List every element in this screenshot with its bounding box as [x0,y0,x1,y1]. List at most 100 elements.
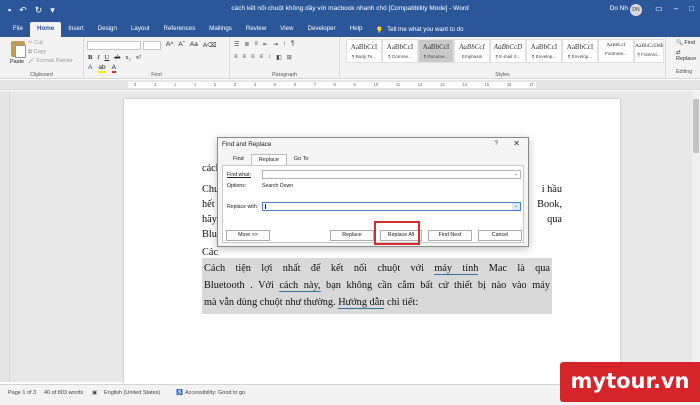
vertical-scrollbar[interactable] [692,91,700,382]
paste-icon[interactable] [11,41,26,58]
tab-mailings[interactable]: Mailings [202,22,239,37]
word: với [410,263,424,274]
italic-icon[interactable]: I [97,54,99,61]
find-what-input[interactable]: ⌄ [262,170,521,179]
format-painter-button[interactable]: 🖌 Format Painter [28,58,73,64]
subscript-icon[interactable]: x₂ [125,54,131,61]
borders-icon[interactable]: ⊞ [287,54,292,61]
find-button[interactable]: 🔍 Find [676,40,695,46]
style-envelope-return[interactable]: AaBbCcI ¶ Envelop... [562,39,598,63]
tell-me-box[interactable]: 💡 Tell me what you want to do [369,22,463,37]
multilevel-icon[interactable]: ≡ [254,41,258,48]
word: bất cứ [420,280,449,291]
style-comment[interactable]: AaBbCcI ¶ Comme... [382,39,418,63]
vertical-ruler[interactable] [0,91,10,382]
proofing-icon[interactable]: ▣ [92,390,97,396]
replace-button[interactable]: Replace [330,230,374,241]
change-case-icon[interactable]: Aa [190,41,198,49]
show-marks-icon[interactable]: ¶ [291,41,294,48]
replace-button[interactable]: ⇄ Replace [676,50,700,62]
grow-font-icon[interactable]: A^ [166,41,173,49]
font-size-select[interactable] [143,41,161,50]
align-right-icon[interactable]: ≡ [251,54,255,61]
style-document[interactable]: AaBbCcI ¶ Docume... [418,39,454,63]
justify-icon[interactable]: ≡ [260,54,264,61]
tab-help[interactable]: Help [343,22,370,37]
tab-layout[interactable]: Layout [124,22,157,37]
numbering-icon[interactable]: ≣ [244,41,249,48]
language[interactable]: English (United States) [104,390,160,396]
ruler-number: 12 [417,82,423,87]
tab-goto[interactable]: Go To [287,154,316,165]
tab-developer[interactable]: Developer [300,22,342,37]
word: Hướng dẫn [338,297,385,309]
accessibility-status[interactable]: Accessibility: Good to go [185,390,245,396]
decrease-indent-icon[interactable]: ⇤ [263,41,268,48]
maximize-icon[interactable]: □ [689,4,694,13]
style-body-text[interactable]: AaBbCcI ¶ Body Te... [346,39,382,63]
avatar[interactable]: DN [630,4,642,16]
underline-icon[interactable]: U [105,54,110,61]
scrollbar-thumb[interactable] [693,99,699,153]
chevron-down-icon[interactable]: ⌄ [512,203,520,210]
style-emphasis[interactable]: AaBbCcI Emphasis [454,39,490,63]
cut-button[interactable]: ✂ Cut [28,40,43,46]
page-count[interactable]: Page 1 of 3 [8,390,36,396]
paste-button[interactable]: Paste [10,59,24,65]
word-count[interactable]: 40 of 803 words [44,390,83,396]
options-label: Options: [227,183,247,189]
tab-design[interactable]: Design [91,22,124,37]
style-envelope-address[interactable]: AaBbCcI ¶ Envelop... [526,39,562,63]
close-icon[interactable]: ✕ [513,139,520,148]
tab-home[interactable]: Home [29,22,62,37]
ruler-number: 1 [193,82,197,87]
copy-button[interactable]: ⧉ Copy [28,49,46,56]
dialog-tabs: Find Replace Go To [226,154,315,165]
chevron-down-icon[interactable]: ⌄ [512,171,520,178]
user-name[interactable]: Do Nh [610,5,628,12]
tab-references[interactable]: References [157,22,203,37]
superscript-icon[interactable]: x² [136,54,141,61]
text-fragment: Blu [202,229,217,240]
tab-file[interactable]: File [6,22,30,37]
word: bạn [326,280,341,291]
sort-icon[interactable]: ↕ [283,41,286,48]
align-center-icon[interactable]: ≡ [243,54,247,61]
ribbon-tabs: File Home Insert Design Layout Reference… [0,20,700,37]
style-sample: AaBbCcI [422,43,450,51]
tab-insert[interactable]: Insert [61,22,90,37]
paragraph-line: Bluetooth . Với cách này, bạn không cần … [204,278,550,293]
font-name-select[interactable] [87,41,141,50]
line-spacing-icon[interactable]: ↕ [268,54,271,61]
style-email[interactable]: AaBbCcD ¶ E-mail S... [490,39,526,63]
tab-replace[interactable]: Replace [250,154,287,165]
paragraph-row-2: ≡ ≡ ≡ ≡ ↕ ◧ ⊞ [234,54,292,61]
bold-icon[interactable]: B [88,54,92,61]
bullets-icon[interactable]: ☰ [234,41,239,48]
tab-find[interactable]: Find [226,154,251,165]
find-next-button[interactable]: Find Next [428,230,472,241]
style-name: ¶ Envelop... [567,54,593,59]
ribbon-display-icon[interactable]: ▭ [655,4,663,13]
tab-review[interactable]: Review [239,22,273,37]
shrink-font-icon[interactable]: Aˇ [178,41,185,49]
help-button[interactable]: ? [494,140,498,147]
style-name: Footnote... [605,51,627,56]
cancel-button[interactable]: Cancel [478,230,522,241]
horizontal-ruler[interactable]: 3 2 1 1 2 3 4 5 6 7 8 9 10 11 12 13 14 15 16 17 [0,80,700,90]
shading-icon[interactable]: ◧ [276,54,282,61]
word: cắm [397,280,415,291]
word: mà [204,297,217,308]
minimize-icon[interactable]: – [674,4,678,13]
more-button[interactable]: More >> [226,230,270,241]
strikethrough-icon[interactable]: ab [114,54,120,61]
word: vẫn [219,297,235,308]
tab-view[interactable]: View [273,22,300,37]
replace-with-input[interactable]: ⌄ [262,202,521,211]
word: cần [377,280,393,291]
align-left-icon[interactable]: ≡ [234,54,238,61]
style-footnote-text[interactable]: AaBbCcDdE ¶ Footnot... [634,39,664,63]
clear-formatting-icon[interactable]: A⌫ [203,41,217,49]
style-footnote-ref[interactable]: AaBbCcI Footnote... [598,39,634,63]
increase-indent-icon[interactable]: ⇥ [273,41,278,48]
